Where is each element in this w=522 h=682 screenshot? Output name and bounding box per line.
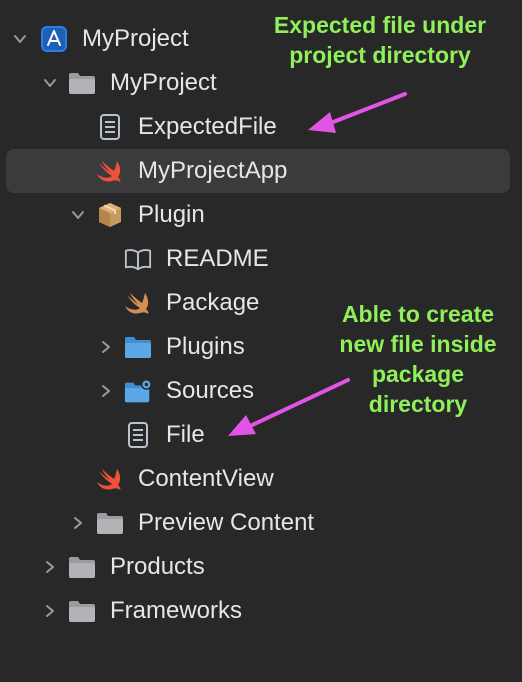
annotation-expected-file: Expected file under project directory bbox=[250, 10, 510, 70]
navigator-row-folder[interactable]: Preview Content bbox=[0, 501, 522, 545]
annotation-line: project directory bbox=[289, 42, 471, 68]
row-label: Sources bbox=[166, 377, 255, 404]
folder-icon bbox=[96, 509, 124, 537]
book-icon bbox=[124, 245, 152, 273]
folder-icon bbox=[68, 69, 96, 97]
annotation-able-to-create: Able to create new file inside package d… bbox=[318, 299, 518, 419]
annotation-line: new file inside bbox=[339, 331, 497, 357]
navigator-row-readme[interactable]: README bbox=[0, 237, 522, 281]
document-icon bbox=[96, 113, 124, 141]
row-label: File bbox=[166, 421, 205, 448]
blue-folder-icon bbox=[124, 333, 152, 361]
row-label: Frameworks bbox=[110, 597, 243, 624]
row-label: MyProjectApp bbox=[138, 157, 288, 184]
folder-icon bbox=[68, 553, 96, 581]
swift-icon bbox=[96, 157, 124, 185]
navigator-row-folder[interactable]: Products bbox=[0, 545, 522, 589]
annotation-line: package bbox=[371, 361, 465, 387]
annotation-line: Expected file under bbox=[273, 12, 487, 38]
row-label: Plugins bbox=[166, 333, 245, 360]
row-label: README bbox=[166, 245, 269, 272]
navigator-row-file[interactable]: ExpectedFile bbox=[0, 105, 522, 149]
navigator-row-package[interactable]: Plugin bbox=[0, 193, 522, 237]
document-icon bbox=[124, 421, 152, 449]
row-label: MyProject bbox=[110, 69, 217, 96]
chevron-down-icon[interactable] bbox=[40, 73, 60, 93]
chevron-right-icon[interactable] bbox=[40, 601, 60, 621]
chevron-right-icon[interactable] bbox=[96, 381, 116, 401]
row-label: Preview Content bbox=[138, 509, 315, 536]
row-label: Products bbox=[110, 553, 205, 580]
row-label: ContentView bbox=[138, 465, 274, 492]
chevron-right-icon[interactable] bbox=[96, 337, 116, 357]
folder-icon bbox=[68, 597, 96, 625]
chevron-right-icon[interactable] bbox=[68, 513, 88, 533]
row-label: ExpectedFile bbox=[138, 113, 277, 140]
swift-icon bbox=[124, 289, 152, 317]
chevron-right-icon[interactable] bbox=[40, 557, 60, 577]
annotation-line: Able to create bbox=[341, 301, 495, 327]
package-icon bbox=[96, 201, 124, 229]
xcode-project-icon bbox=[40, 25, 68, 53]
navigator-row-swift-file[interactable]: MyProjectApp bbox=[0, 149, 522, 193]
blue-folder-gear-icon bbox=[124, 377, 152, 405]
navigator-row-folder[interactable]: Frameworks bbox=[0, 589, 522, 633]
row-label: Plugin bbox=[138, 201, 205, 228]
chevron-down-icon[interactable] bbox=[10, 29, 30, 49]
swift-icon bbox=[96, 465, 124, 493]
row-label: MyProject bbox=[82, 25, 189, 52]
navigator-row-swift-file[interactable]: ContentView bbox=[0, 457, 522, 501]
navigator-row-file[interactable]: File bbox=[0, 413, 522, 457]
chevron-down-icon[interactable] bbox=[68, 205, 88, 225]
row-label: Package bbox=[166, 289, 260, 316]
annotation-line: directory bbox=[368, 391, 468, 417]
